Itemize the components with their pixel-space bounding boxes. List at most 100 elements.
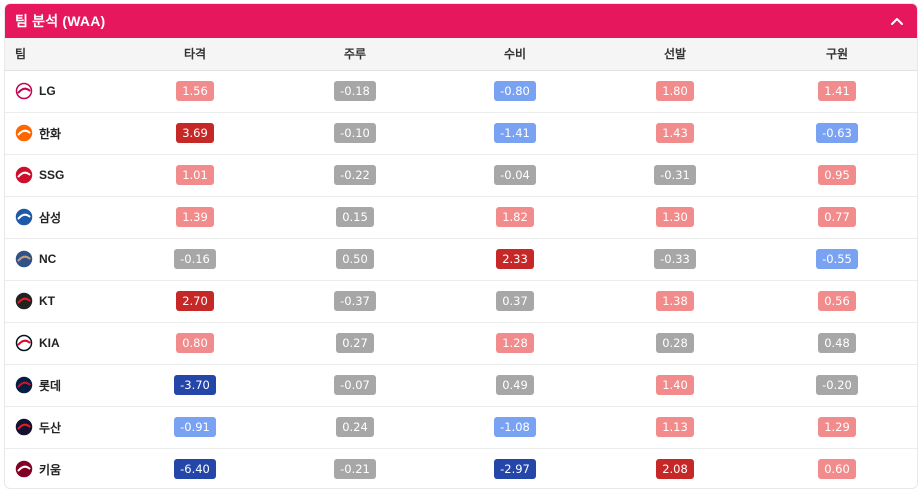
- column-header-fielding[interactable]: 수비: [435, 38, 595, 71]
- waa-cell-starting-pitching: 1.40: [595, 363, 755, 406]
- waa-value-badge: 1.30: [656, 207, 694, 227]
- waa-value-badge: 1.28: [496, 333, 534, 353]
- column-header-starting-pitching[interactable]: 선발: [595, 38, 755, 71]
- waa-value-badge: -6.40: [174, 459, 216, 480]
- team-cell: 한화: [5, 111, 115, 154]
- waa-value-badge: 1.38: [656, 291, 694, 311]
- team-logo-icon: [15, 334, 33, 352]
- waa-value-badge: 1.39: [176, 207, 214, 227]
- team-label: KIA: [15, 334, 115, 352]
- table-row[interactable]: KT 2.70 -0.37 0.37 1.38 0.56: [5, 279, 917, 322]
- table-row[interactable]: 롯데 -3.70 -0.07 0.49 1.40 -0.20: [5, 363, 917, 406]
- waa-cell-fielding: -1.41: [435, 111, 595, 154]
- waa-cell-batting: 2.70: [115, 279, 275, 322]
- waa-cell-baserunning: -0.07: [275, 363, 435, 406]
- table-row[interactable]: 삼성 1.39 0.15 1.82 1.30 0.77: [5, 195, 917, 238]
- team-name[interactable]: 두산: [39, 419, 61, 436]
- waa-cell-batting: 0.80: [115, 321, 275, 364]
- waa-cell-batting: 1.39: [115, 195, 275, 238]
- waa-value-badge: 0.77: [818, 207, 856, 227]
- table-row[interactable]: LG 1.56 -0.18 -0.80 1.80 1.41: [5, 70, 917, 112]
- team-name[interactable]: SSG: [39, 168, 64, 182]
- waa-value-badge: -0.21: [334, 459, 376, 480]
- waa-cell-baserunning: 0.24: [275, 405, 435, 448]
- waa-cell-starting-pitching: 2.08: [595, 447, 755, 488]
- waa-value-badge: 0.28: [656, 333, 694, 353]
- waa-cell-relief-pitching: -0.55: [755, 237, 917, 280]
- team-name[interactable]: KIA: [39, 336, 60, 350]
- waa-value-badge: 0.56: [818, 291, 856, 311]
- team-label: 키움: [15, 460, 115, 478]
- waa-cell-baserunning: -0.37: [275, 279, 435, 322]
- waa-value-badge: -0.33: [654, 249, 696, 269]
- waa-cell-batting: 1.01: [115, 153, 275, 196]
- waa-value-badge: 1.80: [656, 81, 694, 101]
- waa-value-badge: -1.08: [494, 417, 536, 437]
- waa-cell-fielding: -0.80: [435, 70, 595, 112]
- team-name[interactable]: 한화: [39, 125, 61, 142]
- table-row[interactable]: KIA 0.80 0.27 1.28 0.28 0.48: [5, 321, 917, 364]
- waa-cell-fielding: 0.37: [435, 279, 595, 322]
- column-header-batting[interactable]: 타격: [115, 38, 275, 71]
- team-name[interactable]: 롯데: [39, 377, 61, 394]
- waa-cell-batting: 3.69: [115, 111, 275, 154]
- waa-cell-fielding: 1.82: [435, 195, 595, 238]
- waa-value-badge: 0.15: [336, 207, 374, 227]
- chevron-up-icon[interactable]: [887, 11, 907, 31]
- table-row[interactable]: 한화 3.69 -0.10 -1.41 1.43 -0.63: [5, 111, 917, 154]
- waa-value-badge: 0.49: [496, 375, 534, 395]
- waa-cell-batting: -0.16: [115, 237, 275, 280]
- waa-cell-baserunning: -0.10: [275, 111, 435, 154]
- team-cell: LG: [5, 70, 115, 112]
- waa-value-badge: 0.95: [818, 165, 856, 185]
- team-label: NC: [15, 250, 115, 268]
- waa-table: 팀 타격 주루 수비 선발 구원 LG 1.56 -0.18 -0.80 1.80 1.4…: [5, 38, 917, 488]
- team-label: 삼성: [15, 208, 115, 226]
- team-label: 롯데: [15, 376, 115, 394]
- waa-cell-starting-pitching: 1.13: [595, 405, 755, 448]
- waa-value-badge: 0.60: [818, 459, 856, 480]
- team-logo-icon: [15, 82, 33, 100]
- team-name[interactable]: LG: [39, 84, 56, 98]
- team-label: 한화: [15, 124, 115, 142]
- waa-value-badge: -0.80: [494, 81, 536, 101]
- waa-value-badge: 1.40: [656, 375, 694, 395]
- waa-cell-starting-pitching: 1.38: [595, 279, 755, 322]
- waa-cell-fielding: -0.04: [435, 153, 595, 196]
- waa-value-badge: -0.10: [334, 123, 376, 143]
- waa-value-badge: 0.24: [336, 417, 374, 437]
- waa-cell-relief-pitching: 1.41: [755, 70, 917, 112]
- team-logo-icon: [15, 461, 33, 478]
- team-name[interactable]: 삼성: [39, 209, 61, 226]
- waa-value-badge: -0.22: [334, 165, 376, 185]
- waa-cell-relief-pitching: -0.20: [755, 363, 917, 406]
- waa-cell-baserunning: -0.21: [275, 447, 435, 488]
- waa-value-badge: -0.55: [816, 249, 858, 269]
- column-header-relief-pitching[interactable]: 구원: [755, 38, 917, 71]
- waa-value-badge: -0.04: [494, 165, 536, 185]
- waa-cell-relief-pitching: 0.95: [755, 153, 917, 196]
- waa-value-badge: 1.41: [818, 81, 856, 101]
- waa-value-badge: -1.41: [494, 123, 536, 143]
- waa-value-badge: 1.29: [818, 417, 856, 437]
- panel-title: 팀 분석 (WAA): [15, 13, 106, 29]
- panel-header[interactable]: 팀 분석 (WAA): [5, 4, 917, 38]
- waa-value-badge: 0.27: [336, 333, 374, 353]
- column-header-baserunning[interactable]: 주루: [275, 38, 435, 71]
- team-name[interactable]: KT: [39, 294, 55, 308]
- table-row[interactable]: 두산 -0.91 0.24 -1.08 1.13 1.29: [5, 405, 917, 448]
- waa-value-badge: -0.20: [816, 375, 858, 395]
- table-row[interactable]: 키움 -6.40 -0.21 -2.97 2.08 0.60: [5, 447, 917, 488]
- table-row[interactable]: NC -0.16 0.50 2.33 -0.33 -0.55: [5, 237, 917, 280]
- column-header-team[interactable]: 팀: [5, 38, 115, 71]
- waa-cell-baserunning: 0.15: [275, 195, 435, 238]
- waa-value-badge: 2.33: [496, 249, 534, 269]
- waa-value-badge: 0.48: [818, 333, 856, 353]
- table-row[interactable]: SSG 1.01 -0.22 -0.04 -0.31 0.95: [5, 153, 917, 196]
- team-name[interactable]: NC: [39, 252, 56, 266]
- waa-value-badge: -0.07: [334, 375, 376, 395]
- waa-cell-relief-pitching: 0.77: [755, 195, 917, 238]
- team-cell: KIA: [5, 321, 115, 364]
- waa-cell-fielding: -2.97: [435, 447, 595, 488]
- team-name[interactable]: 키움: [39, 461, 61, 478]
